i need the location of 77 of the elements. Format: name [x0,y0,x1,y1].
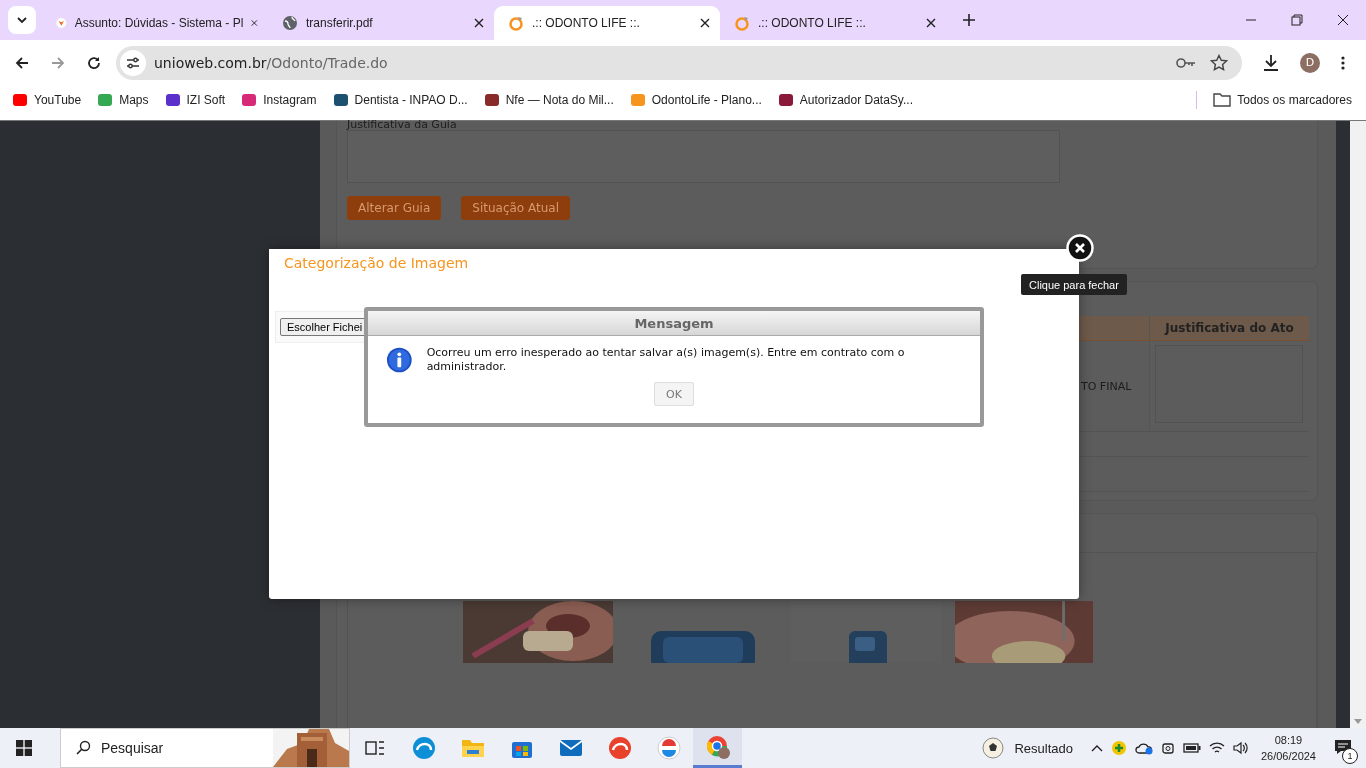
bookmark[interactable]: Maps [97,92,149,108]
download-icon[interactable] [1262,53,1280,72]
browser-tab[interactable]: .:: ODONTO LIFE ::. [494,6,720,40]
bookmark-icon [164,92,181,108]
column-header: Justificativa do Ato [1149,316,1309,340]
bookmark-icon [777,92,794,108]
windows-icon[interactable] [16,740,32,756]
bookmark[interactable]: Dentista - INPAO D... [332,92,468,108]
restore-icon[interactable] [1291,14,1303,26]
scrollbar[interactable] [1336,121,1366,728]
close-icon[interactable] [474,18,484,28]
weather-widget[interactable]: Resultado [982,737,1073,759]
browser-tab[interactable]: transferir.pdf [268,6,494,40]
site-settings-icon[interactable] [120,49,146,76]
globe-icon [282,15,298,31]
bookmark[interactable]: Instagram [241,92,317,108]
camera-icon[interactable] [1160,740,1175,756]
tab-search-button[interactable] [8,6,36,34]
task-view-icon [364,739,385,757]
app-icon [607,736,632,760]
clock-date[interactable]: 26/06/2024 [1260,748,1316,764]
bookmark-icon [629,92,646,108]
envelope-icon [558,739,583,757]
tooltip: Clique para fechar [1021,274,1127,295]
key-icon[interactable] [1176,55,1196,70]
menu-icon[interactable] [1340,54,1346,71]
chevron-up-icon[interactable] [1090,744,1103,752]
wave-icon [411,736,436,760]
plus-icon[interactable] [962,13,976,27]
colored-circle-icon [656,736,681,760]
browser-icon [704,733,731,760]
chevron-down-icon [16,14,28,26]
ring-icon [734,15,750,31]
dialog-title: Mensagem [368,311,980,336]
speaker-icon[interactable] [1232,741,1249,755]
back-arrow-icon[interactable] [14,54,30,71]
message-text: Ocorreu um erro inesperado ao tentar salvar a(s) imagem(s). Entre em contrato com o administrador. [426,346,906,374]
shield-icon [56,15,67,31]
bookmark-icon [97,92,114,108]
star-icon[interactable] [1210,53,1228,72]
browser-tab[interactable]: .:: ODONTO LIFE ::. [720,6,946,40]
folder-icon [460,738,485,758]
bookmark[interactable]: Nfe — Nota do Mil... [483,92,614,108]
profile-avatar[interactable]: D [1300,52,1320,73]
bookmark-icon [332,92,349,108]
bookmark[interactable]: OdontoLife - Plano... [629,92,762,108]
forward-arrow-icon[interactable] [50,54,66,71]
close-icon[interactable] [926,18,936,28]
ring-icon [508,15,524,31]
bookmark[interactable]: IZI Soft [164,92,226,108]
browser-tab[interactable]: Assunto: Dúvidas - Sistema - Pl [42,6,268,40]
dialog-title: Categorização de Imagem [284,255,469,271]
ball-icon [982,737,1005,759]
close-icon[interactable] [1337,14,1349,26]
ok-button[interactable]: OK [654,382,694,406]
bookmark[interactable]: Autorizador DataSy... [777,92,913,108]
table-cell-text: TO FINAL [1081,378,1133,395]
battery-icon[interactable] [1182,742,1201,754]
bookmark[interactable]: YouTube [12,92,82,108]
all-bookmarks-button[interactable]: Todos os marcadores [1213,93,1352,107]
search-icon [75,740,91,756]
clock-time[interactable]: 08:19 [1274,732,1303,748]
info-icon [386,346,413,374]
url-text: unioweb.com.br/Odonto/Trade.do [154,54,388,71]
bookmark-icon [241,92,258,108]
bookmark-icon [12,92,28,108]
taskbar-app[interactable] [693,728,742,768]
wifi-icon[interactable] [1208,741,1225,755]
search-field[interactable]: Pesquisar [60,728,350,768]
cloud-icon[interactable] [1134,741,1153,755]
address-bar[interactable]: unioweb.com.br/Odonto/Trade.do [116,45,1242,80]
bookmark-icon [483,92,500,108]
reload-icon[interactable] [86,54,102,71]
close-icon[interactable] [700,18,710,28]
folder-icon [1213,93,1232,107]
field-label: Justificativa da Guia [347,121,458,129]
shield-plus-icon[interactable] [1110,740,1127,756]
